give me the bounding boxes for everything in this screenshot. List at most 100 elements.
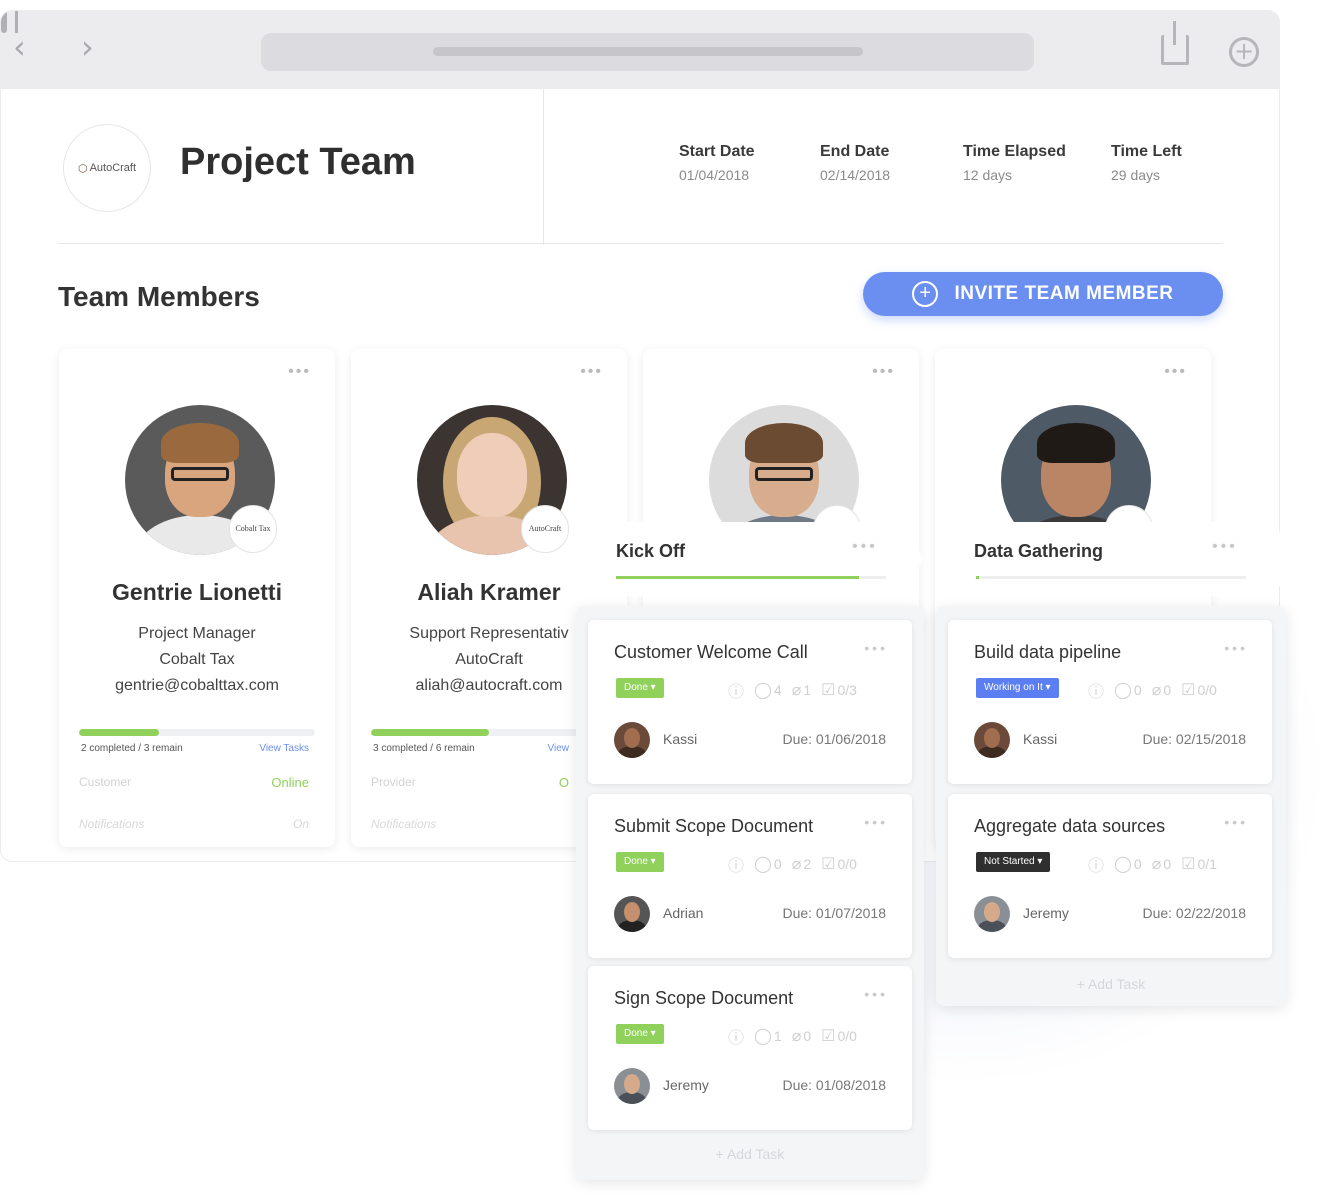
header-divider [58, 243, 1223, 244]
book-icon[interactable] [1, 11, 7, 33]
more-dots-icon[interactable]: ••• [1224, 640, 1248, 656]
assignee-name: Jeremy [663, 1077, 709, 1093]
browser-toolbar: ‹ › + [1, 11, 1279, 89]
status-dropdown[interactable]: Done ▾ [616, 678, 664, 698]
invite-team-member-button[interactable]: + INVITE TEAM MEMBER [863, 272, 1223, 316]
task-card[interactable]: Customer Welcome Call ••• Done ▾ ⓘ ◯ 4 ⌀ 1… [588, 620, 912, 784]
assignee-avatar [614, 1068, 650, 1104]
stat-time-left: Time Left 29 days [1111, 143, 1182, 183]
info-icon[interactable]: ⓘ [1088, 852, 1104, 876]
task-meta: ⓘ ◯ 4 ⌀ 1 ☑ 0/3 [728, 678, 857, 702]
stat-start-date: Start Date 01/04/2018 [679, 143, 755, 183]
due-date: Due: 01/07/2018 [782, 905, 886, 921]
status-dropdown[interactable]: Done ▾ [616, 852, 664, 872]
add-task-button[interactable]: + Add Task [576, 1146, 924, 1162]
member-email[interactable]: gentrie@cobalttax.com [59, 677, 335, 695]
cube-icon: ⬡ [77, 162, 88, 175]
paperclip-icon[interactable]: ⌀ [1152, 680, 1162, 700]
comment-icon[interactable]: ◯ [754, 680, 772, 700]
add-task-button[interactable]: + Add Task [936, 976, 1286, 992]
status-badge: O [558, 775, 569, 790]
assignee-avatar [614, 722, 650, 758]
due-date: Due: 02/22/2018 [1142, 905, 1246, 921]
assignee-avatar [974, 722, 1010, 758]
view-tasks-link[interactable]: View Tasks [259, 743, 309, 754]
paperclip-icon[interactable]: ⌀ [792, 680, 802, 700]
stage-progress-bar [976, 576, 1246, 579]
comment-icon[interactable]: ◯ [1114, 854, 1132, 874]
stat-label: Time Left [1111, 143, 1182, 160]
info-icon[interactable]: ⓘ [728, 678, 744, 702]
comment-icon[interactable]: ◯ [754, 854, 772, 874]
member-type: Provider [371, 775, 416, 789]
paperclip-icon[interactable]: ⌀ [792, 1026, 802, 1046]
stage-title: Data Gathering [974, 541, 1104, 561]
address-bar[interactable] [261, 33, 1034, 71]
status-badge: Online [271, 775, 309, 790]
status-dropdown[interactable]: Done ▾ [616, 1024, 664, 1044]
more-dots-icon[interactable]: ••• [852, 538, 878, 556]
assignee-name: Adrian [663, 905, 704, 921]
paperclip-icon[interactable]: ⌀ [1152, 854, 1162, 874]
company-badge: Cobalt Tax [229, 505, 277, 553]
info-icon[interactable]: ⓘ [1088, 678, 1104, 702]
checkbox-icon[interactable]: ☑ [1181, 680, 1195, 700]
more-dots-icon[interactable]: ••• [1164, 363, 1187, 381]
member-card[interactable]: ••• Cobalt Tax Gentrie Lionetti Project … [59, 349, 335, 847]
assignee-name: Jeremy [1023, 905, 1069, 921]
task-meta: ⓘ ◯ 1 ⌀ 0 ☑ 0/0 [728, 1024, 857, 1048]
more-dots-icon[interactable]: ••• [864, 814, 888, 830]
task-card[interactable]: Sign Scope Document ••• Done ▾ ⓘ ◯ 1 ⌀ 0 ☑… [588, 966, 912, 1130]
view-tasks-link[interactable]: View [548, 743, 570, 754]
more-dots-icon[interactable]: ••• [288, 363, 311, 381]
comment-icon[interactable]: ◯ [754, 1026, 772, 1046]
team-members-heading: Team Members [58, 281, 260, 312]
task-card[interactable]: Submit Scope Document ••• Done ▾ ⓘ ◯ 0 ⌀ 2… [588, 794, 912, 958]
task-card[interactable]: Aggregate data sources ••• Not Started ▾… [948, 794, 1272, 958]
new-tab-plus-icon[interactable]: + [1229, 37, 1259, 67]
comment-icon[interactable]: ◯ [1114, 680, 1132, 700]
stage-progress-bar [616, 576, 886, 579]
due-date: Due: 02/15/2018 [1142, 731, 1246, 747]
chevron-left-icon[interactable]: ‹ [13, 31, 26, 63]
more-dots-icon[interactable]: ••• [580, 363, 603, 381]
notifications-label: Notifications [79, 817, 145, 831]
header-divider [543, 89, 544, 245]
more-dots-icon[interactable]: ••• [864, 640, 888, 656]
more-dots-icon[interactable]: ••• [872, 363, 895, 381]
checkbox-icon[interactable]: ☑ [821, 680, 835, 700]
page-title: Project Team [180, 141, 416, 183]
more-dots-icon[interactable]: ••• [1212, 538, 1238, 556]
more-dots-icon[interactable]: ••• [864, 986, 888, 1002]
more-dots-icon[interactable]: ••• [1224, 814, 1248, 830]
paperclip-icon[interactable]: ⌀ [792, 854, 802, 874]
stage-data-gathering[interactable]: Data Gathering ••• [936, 522, 1298, 596]
task-meta: ⓘ ◯ 0 ⌀ 0 ☑ 0/0 [1088, 678, 1217, 702]
due-date: Due: 01/06/2018 [782, 731, 886, 747]
company-badge: AutoCraft [521, 505, 569, 553]
checkbox-icon[interactable]: ☑ [1181, 854, 1195, 874]
info-icon[interactable]: ⓘ [728, 1024, 744, 1048]
task-title: Customer Welcome Call [614, 642, 808, 662]
chevron-right-icon[interactable]: › [81, 31, 94, 63]
checkbox-icon[interactable]: ☑ [821, 1026, 835, 1046]
info-icon[interactable]: ⓘ [728, 852, 744, 876]
task-meta: ⓘ ◯ 0 ⌀ 0 ☑ 0/1 [1088, 852, 1217, 876]
stat-time-elapsed: Time Elapsed 12 days [963, 143, 1066, 183]
status-dropdown[interactable]: Working on It ▾ [976, 678, 1059, 698]
invite-label: INVITE TEAM MEMBER [954, 283, 1174, 304]
stage-kick-off[interactable]: Kick Off ••• [576, 522, 924, 596]
status-dropdown[interactable]: Not Started ▾ [976, 852, 1051, 872]
company-logo: ⬡ AutoCraft [63, 124, 151, 212]
checkbox-icon[interactable]: ☑ [821, 854, 835, 874]
task-card[interactable]: Build data pipeline ••• Working on It ▾ … [948, 620, 1272, 784]
task-meta: ⓘ ◯ 0 ⌀ 2 ☑ 0/0 [728, 852, 857, 876]
stat-value: 01/04/2018 [679, 167, 750, 183]
stat-label: Time Elapsed [963, 143, 1066, 160]
notifications-toggle[interactable]: On [293, 817, 309, 831]
share-icon[interactable] [1161, 21, 1189, 65]
progress-text: 3 completed / 6 remain [373, 743, 475, 754]
plus-circle-icon: + [912, 281, 939, 307]
assignee-name: Kassi [663, 731, 698, 747]
kanban-column-kick-off: Customer Welcome Call ••• Done ▾ ⓘ ◯ 4 ⌀ 1… [576, 606, 924, 1180]
